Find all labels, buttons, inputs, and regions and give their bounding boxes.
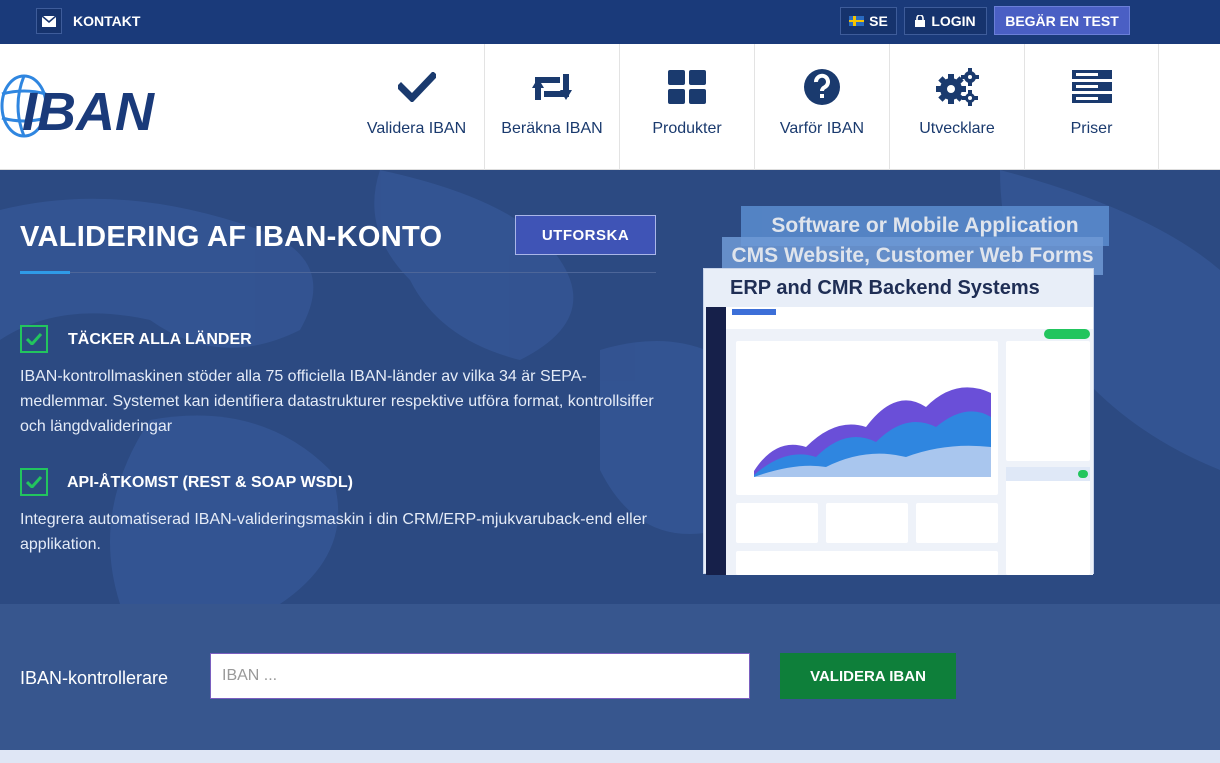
nav-label: Utvecklare [919, 120, 995, 137]
validator-label: IBAN-kontrollerare [20, 668, 169, 688]
divider-accent [20, 271, 70, 274]
nav-label: Beräkna IBAN [501, 120, 603, 137]
feature-text: IBAN-kontrollmaskinen stöder alla 75 off… [20, 368, 654, 435]
grid-icon [668, 68, 706, 106]
dashboard-screenshot [706, 307, 1093, 575]
divider [20, 272, 656, 273]
request-trial-button[interactable]: BEGÄR EN TEST [994, 6, 1130, 35]
nav-label: Validera IBAN [366, 120, 467, 137]
gears-icon [935, 68, 979, 106]
language-label: SE [869, 13, 888, 29]
dashboard-illustration [732, 309, 1090, 575]
mockup-layer-title: ERP and CMR Backend Systems [730, 277, 1040, 299]
lock-icon [915, 15, 926, 27]
server-icon [1071, 68, 1112, 106]
retweet-icon [530, 68, 574, 106]
iban-validator-strip: IBAN-kontrollerare VALIDERA IBAN [0, 604, 1220, 750]
nav-label: Priser [1070, 120, 1113, 137]
feature-title: TÄCKER ALLA LÄNDER [68, 331, 252, 348]
nav-item-priser[interactable]: Priser [1024, 44, 1159, 170]
nav-label: Produkter [652, 120, 722, 137]
envelope-icon[interactable] [36, 8, 62, 34]
check-icon [20, 325, 48, 353]
nav-label: Varför IBAN [779, 120, 865, 137]
logo-text: IBAN [22, 82, 155, 142]
login-button[interactable]: LOGIN [904, 7, 987, 35]
check-icon [20, 468, 48, 496]
bottom-strip [0, 750, 1220, 763]
validate-iban-button[interactable]: VALIDERA IBAN [780, 653, 956, 699]
hero-title: VALIDERING AF IBAN-KONTO [20, 221, 443, 253]
sweden-flag-icon [849, 16, 865, 26]
nav-item-produkter[interactable]: Produkter [619, 44, 754, 170]
top-bar: KONTAKT SE LOGIN BEGÄR EN TEST [0, 0, 1220, 44]
contact-link[interactable]: KONTAKT [73, 13, 140, 29]
mockup-layer-erp: ERP and CMR Backend Systems [703, 268, 1094, 575]
iban-input[interactable] [210, 653, 750, 699]
login-label: LOGIN [931, 13, 976, 29]
hero-section: VALIDERING AF IBAN-KONTO UTFORSKA TÄCKER… [0, 170, 1220, 604]
explore-button[interactable]: UTFORSKA [515, 215, 656, 255]
question-circle-icon [804, 68, 840, 106]
iban-logo[interactable]: IBAN [0, 72, 160, 152]
check-icon [397, 68, 436, 106]
nav-item-varfor-iban[interactable]: Varför IBAN [754, 44, 889, 170]
nav-item-utvecklare[interactable]: Utvecklare [889, 44, 1024, 170]
main-nav: IBAN Validera IBAN Beräkna IBAN Produkte… [0, 44, 1220, 170]
feature-title: API-ÅTKOMST (REST & SOAP WSDL) [67, 474, 353, 491]
nav-item-berakna-iban[interactable]: Beräkna IBAN [484, 44, 619, 170]
feature-text: Integrera automatiserad IBAN-validerings… [20, 511, 647, 553]
nav-item-validera-iban[interactable]: Validera IBAN [349, 44, 484, 170]
language-button[interactable]: SE [840, 7, 897, 35]
